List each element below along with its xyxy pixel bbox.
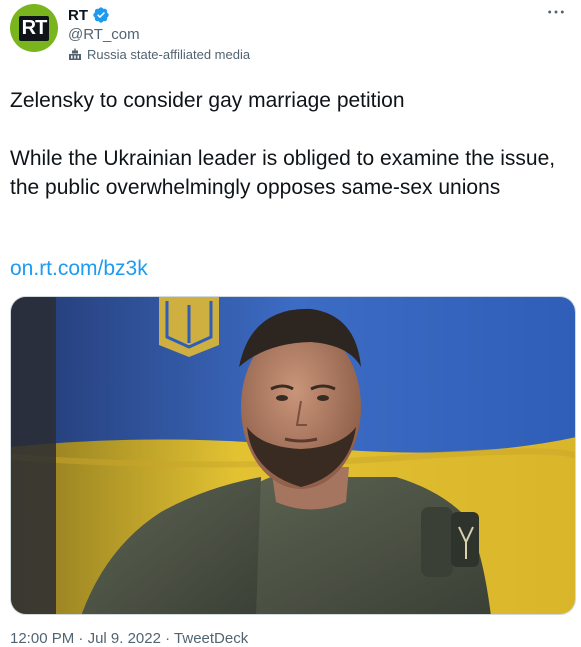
tweet-text: Zelensky to consider gay marriage petiti… xyxy=(10,86,559,202)
tweet-headline: Zelensky to consider gay marriage petiti… xyxy=(10,89,405,112)
trident-emblem xyxy=(159,297,219,357)
tweet-header: RT RT @RT_com Russia state-affiliated me… xyxy=(10,4,571,64)
tweet-time[interactable]: 12:00 PM xyxy=(10,630,74,647)
tweet-source[interactable]: TweetDeck xyxy=(174,630,248,647)
tweet-body: While the Ukrainian leader is obliged to… xyxy=(10,147,556,199)
user-handle[interactable]: @RT_com xyxy=(68,26,250,43)
avatar-logo-text: RT xyxy=(18,15,50,41)
tweet-meta: 12:00 PM · Jul 9. 2022 · TweetDeck xyxy=(10,630,248,647)
meta-separator: · xyxy=(165,630,171,647)
state-media-label[interactable]: Russia state-affiliated media xyxy=(68,47,250,62)
more-options-icon[interactable] xyxy=(541,2,571,22)
photo-zelensky-flag-background xyxy=(11,297,575,614)
meta-separator: · xyxy=(78,630,84,647)
state-media-label-text: Russia state-affiliated media xyxy=(87,47,251,62)
state-media-flag-icon xyxy=(68,48,82,62)
author-block: RT @RT_com Russia state-affiliated media xyxy=(68,4,250,63)
name-row: RT xyxy=(68,4,250,26)
display-name[interactable]: RT xyxy=(68,7,88,24)
tweet-image[interactable] xyxy=(10,296,576,615)
tweet-date[interactable]: Jul 9. 2022 xyxy=(88,630,161,647)
verified-badge-icon xyxy=(92,6,110,24)
avatar[interactable]: RT xyxy=(10,4,58,52)
article-link[interactable]: on.rt.com/bz3k xyxy=(10,257,148,281)
